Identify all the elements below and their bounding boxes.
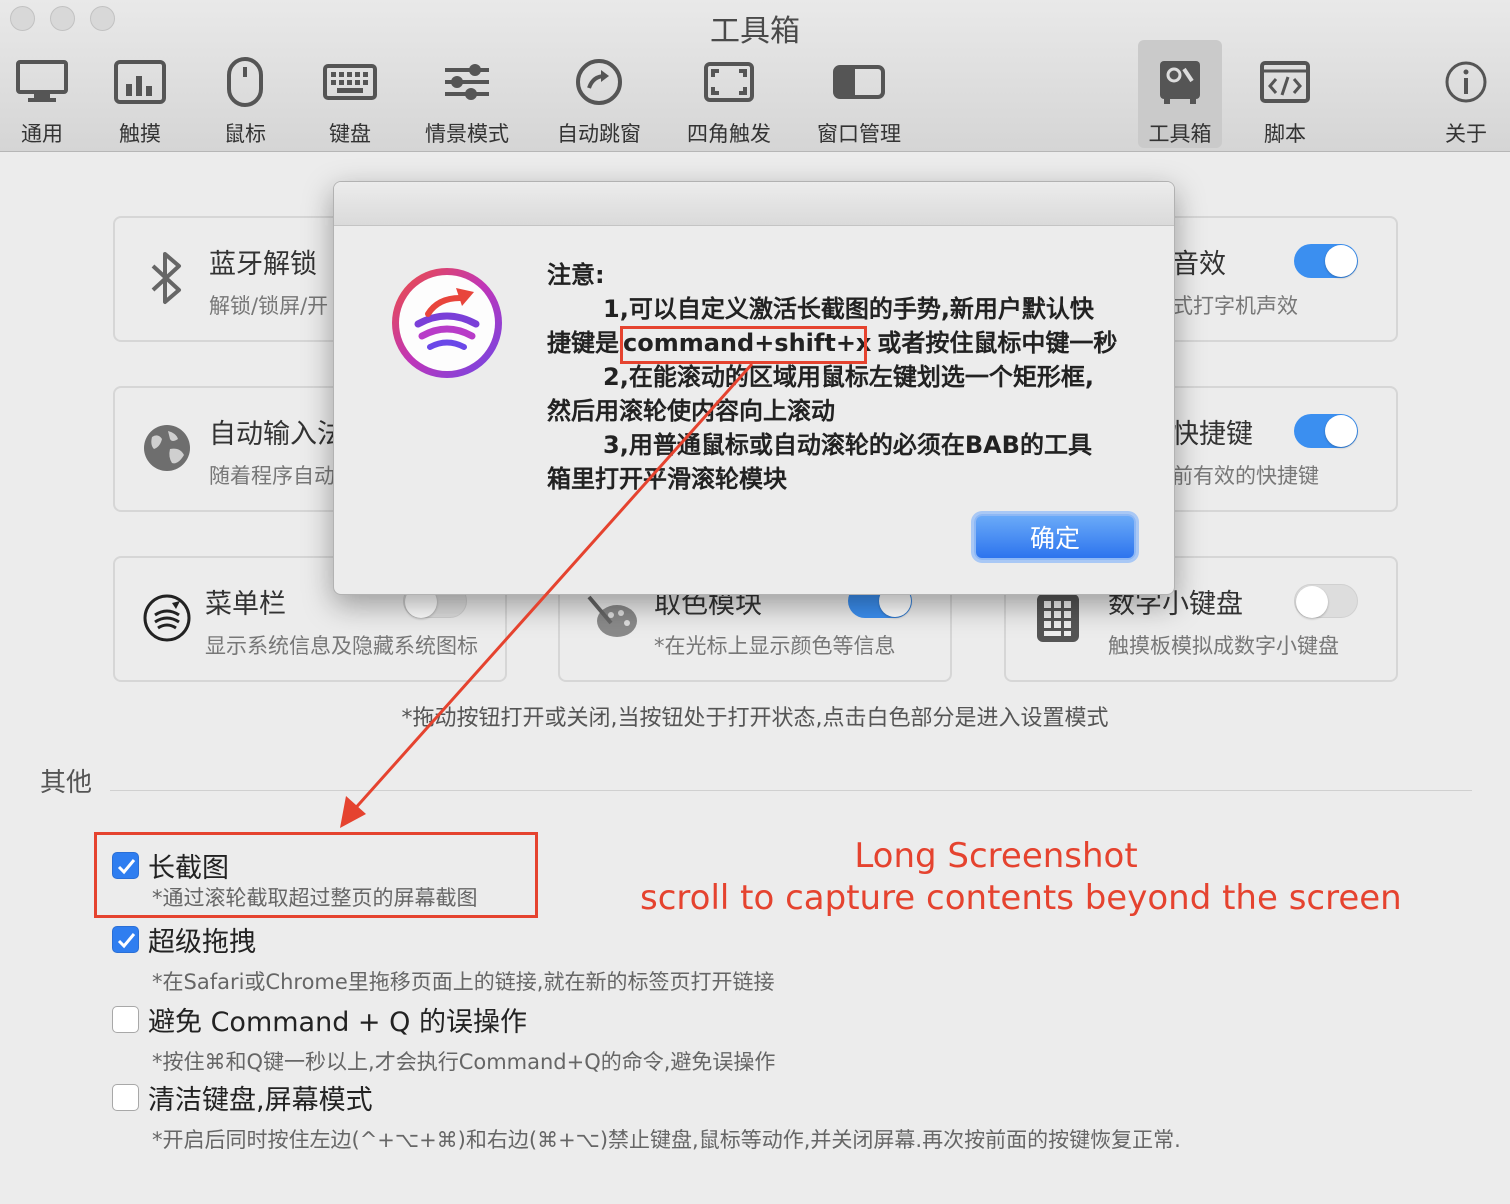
- card-title: 自动输入法: [209, 419, 344, 450]
- annotation-highlight-box: [94, 832, 538, 918]
- dialog-line: 2,在能滚动的区域用鼠标左键划选一个矩形框,: [603, 363, 1094, 391]
- card-subtitle: 显示系统信息及隐藏系统图标: [205, 634, 478, 658]
- bluetooth-icon: [137, 248, 197, 308]
- keyboard-icon: [308, 52, 392, 112]
- annotation-description: scroll to capture contents beyond the sc…: [640, 878, 1402, 918]
- tab-script[interactable]: 脚本: [1243, 40, 1327, 148]
- option-subtitle: *开启后同时按住左边(^+⌥+⌘)和右边(⌘+⌥)禁止键盘,鼠标等动作,并关闭屏…: [152, 1128, 1181, 1152]
- option-title: 清洁键盘,屏幕模式: [148, 1085, 373, 1116]
- mouse-icon: [203, 52, 287, 112]
- dialog-line: 箱里打开平滑滚轮模块: [547, 465, 787, 493]
- toolbox-icon: [1138, 52, 1222, 112]
- tab-general[interactable]: 通用: [0, 40, 84, 148]
- tab-about[interactable]: 关于: [1424, 40, 1508, 148]
- toolbar: 工具箱 通用 触摸 鼠标 键盘 情景模式 自动跳窗 四角触发 窗口管理 工具箱 …: [0, 0, 1510, 152]
- shortcut-highlight-box: [620, 326, 867, 364]
- hint-text: *拖动按钮打开或关闭,当按钮处于打开状态,点击白色部分是进入设置模式: [401, 706, 1109, 731]
- dialog-line: 3,用普通鼠标或自动滚轮的必须在BAB的工具: [603, 431, 1092, 459]
- tab-touch[interactable]: 触摸: [98, 40, 182, 148]
- card-subtitle: 触摸板模拟成数字小键盘: [1108, 634, 1339, 658]
- tab-auto-jump-window[interactable]: 自动跳窗: [550, 40, 648, 148]
- card-subtitle: 前有效的快捷键: [1172, 464, 1319, 488]
- dialog-line: 或者按住鼠标中键一秒: [877, 329, 1118, 357]
- tab-hot-corners[interactable]: 四角触发: [680, 40, 778, 148]
- card-subtitle: 式打字机声效: [1172, 294, 1298, 318]
- option-subtitle: *在Safari或Chrome里拖移页面上的链接,就在新的标签页打开链接: [152, 970, 775, 994]
- app-logo-icon: [388, 264, 506, 382]
- dialog-line: 捷键是: [547, 329, 619, 357]
- card-subtitle: 解锁/锁屏/开: [209, 294, 329, 318]
- globe-icon: [137, 418, 197, 478]
- arrow-circle-icon: [557, 52, 641, 112]
- palette-icon: [582, 588, 642, 648]
- sliders-icon: [425, 52, 509, 112]
- dialog-heading: 注意:: [547, 261, 605, 289]
- tab-toolbox[interactable]: 工具箱: [1138, 40, 1222, 148]
- tab-window-management[interactable]: 窗口管理: [810, 40, 908, 148]
- card-title: 快捷键: [1172, 419, 1253, 450]
- tab-mouse[interactable]: 鼠标: [203, 40, 287, 148]
- avoid-command-q-checkbox[interactable]: [112, 1006, 139, 1033]
- super-drag-checkbox[interactable]: [112, 926, 139, 953]
- notice-dialog: 注意: 1,可以自定义激活长截图的手势,新用户默认快 捷键是 command+sh…: [333, 181, 1175, 595]
- tab-keyboard[interactable]: 键盘: [308, 40, 392, 148]
- monitor-icon: [0, 52, 84, 112]
- corners-icon: [687, 52, 771, 112]
- option-subtitle: *按住⌘和Q键一秒以上,才会执行Command+Q的命令,避免误操作: [152, 1050, 776, 1074]
- dialog-line: 然后用滚轮使内容向上滚动: [547, 397, 835, 425]
- code-icon: [1243, 52, 1327, 112]
- window-icon: [817, 52, 901, 112]
- dialog-titlebar: [334, 182, 1174, 226]
- card-subtitle: *在光标上显示颜色等信息: [654, 634, 896, 658]
- clean-keyboard-mode-checkbox[interactable]: [112, 1084, 139, 1111]
- numpad-toggle[interactable]: [1294, 584, 1358, 618]
- option-title: 超级拖拽: [148, 927, 256, 958]
- sound-effects-toggle[interactable]: [1294, 244, 1358, 278]
- card-subtitle: 随着程序自动: [209, 464, 335, 488]
- annotation-title: Long Screenshot: [854, 836, 1138, 876]
- menubar-logo-icon: [137, 588, 197, 648]
- numpad-icon: [1028, 588, 1088, 648]
- dialog-message: 注意: 1,可以自定义激活长截图的手势,新用户默认快 捷键是 command+sh…: [547, 258, 1147, 496]
- option-title: 避免 Command + Q 的误操作: [148, 1007, 527, 1038]
- section-title-others: 其他: [40, 768, 93, 798]
- card-title: 蓝牙解锁: [209, 249, 317, 280]
- section-divider: [110, 790, 1472, 791]
- ok-button[interactable]: 确定: [974, 514, 1136, 560]
- card-title: 菜单栏: [205, 589, 286, 620]
- trackpad-icon: [98, 52, 182, 112]
- shortcuts-toggle[interactable]: [1294, 414, 1358, 448]
- card-title: 音效: [1172, 249, 1226, 280]
- tab-scenario-mode[interactable]: 情景模式: [418, 40, 516, 148]
- dialog-line: 1,可以自定义激活长截图的手势,新用户默认快: [603, 295, 1094, 323]
- info-icon: [1424, 52, 1508, 112]
